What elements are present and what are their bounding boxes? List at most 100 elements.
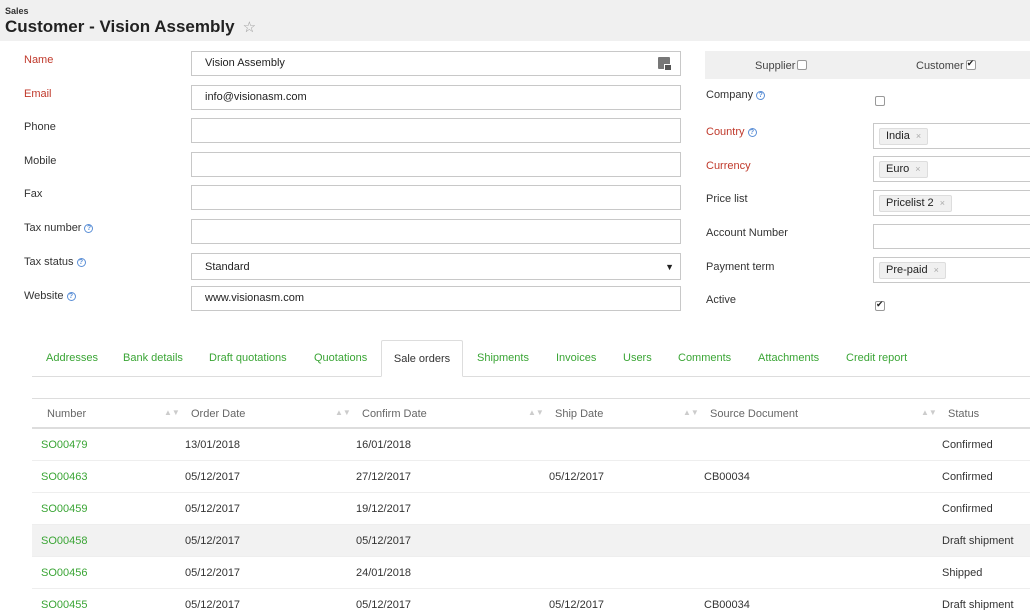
currency-label: Currency: [706, 160, 751, 172]
order-number-link[interactable]: SO00459: [41, 503, 87, 515]
tab-sale-orders[interactable]: Sale orders: [381, 340, 463, 377]
website-input[interactable]: www.visionasm.com: [191, 286, 681, 311]
country-value: India: [886, 130, 910, 142]
tax-status-label: Tax status?: [24, 256, 86, 268]
payment-term-select[interactable]: Pre-paid ×: [873, 257, 1030, 283]
column-header-source-document[interactable]: Source Document: [710, 408, 798, 420]
sort-icon[interactable]: ▲▼: [335, 408, 351, 417]
help-icon[interactable]: ?: [747, 128, 757, 137]
order-number-link[interactable]: SO00455: [41, 599, 87, 610]
account-number-label: Account Number: [706, 227, 788, 239]
ship-date: 05/12/2017: [549, 599, 605, 610]
price-list-select[interactable]: Pricelist 2 ×: [873, 190, 1030, 216]
payment-term-label: Payment term: [706, 261, 775, 273]
confirm-date: 05/12/2017: [356, 535, 412, 547]
order-number-link[interactable]: SO00479: [41, 439, 87, 451]
tab-credit-report[interactable]: Credit report: [846, 340, 907, 377]
column-header-number[interactable]: Number: [47, 408, 86, 420]
sort-icon[interactable]: ▲▼: [683, 408, 699, 417]
email-value: info@visionasm.com: [205, 91, 307, 103]
order-number-link[interactable]: SO00456: [41, 567, 87, 579]
name-value: Vision Assembly: [205, 57, 285, 69]
company-checkbox[interactable]: [875, 96, 885, 106]
sort-icon[interactable]: ▲▼: [528, 408, 544, 417]
tax-status-label-text: Tax status: [24, 256, 74, 268]
customer-checkbox[interactable]: [965, 58, 976, 70]
website-value: www.visionasm.com: [205, 292, 305, 304]
tax-status-select[interactable]: Standard ▼: [191, 253, 681, 280]
price-list-tag: Pricelist 2 ×: [879, 195, 952, 212]
phone-input[interactable]: [191, 118, 681, 143]
country-select[interactable]: India ×: [873, 123, 1030, 149]
order-date: 05/12/2017: [185, 471, 241, 483]
currency-tag: Euro ×: [879, 161, 928, 178]
tab-users[interactable]: Users: [623, 340, 652, 377]
website-label-text: Website: [24, 290, 64, 302]
ship-date: 05/12/2017: [549, 471, 605, 483]
customer-label: Customer: [916, 60, 964, 72]
status: Draft shipment: [942, 535, 1014, 547]
remove-icon[interactable]: ×: [915, 164, 920, 174]
tab-quotations[interactable]: Quotations: [314, 340, 367, 377]
remove-icon[interactable]: ×: [940, 198, 945, 208]
help-icon[interactable]: ?: [76, 258, 86, 267]
table-row[interactable]: SO00479 13/01/2018 16/01/2018 Confirmed: [32, 429, 1030, 461]
breadcrumb[interactable]: Sales: [5, 6, 29, 16]
column-header-ship-date[interactable]: Ship Date: [555, 408, 603, 420]
sort-icon[interactable]: ▲▼: [921, 408, 937, 417]
supplier-toggle[interactable]: Supplier: [755, 60, 808, 72]
remove-icon[interactable]: ×: [934, 265, 939, 275]
sort-icon[interactable]: ▲▼: [164, 408, 180, 417]
tab-comments[interactable]: Comments: [678, 340, 731, 377]
tab-bank-details[interactable]: Bank details: [123, 340, 183, 377]
company-label-text: Company: [706, 89, 754, 101]
translate-icon[interactable]: [658, 57, 672, 71]
supplier-checkbox[interactable]: [797, 60, 808, 70]
active-checkbox[interactable]: [875, 299, 885, 311]
account-number-input[interactable]: [873, 224, 1030, 249]
status: Draft shipment: [942, 599, 1014, 610]
source-document: CB00034: [704, 471, 750, 483]
order-number-link[interactable]: SO00463: [41, 471, 87, 483]
order-date: 05/12/2017: [185, 599, 241, 610]
help-icon[interactable]: ?: [66, 292, 76, 301]
help-icon[interactable]: ?: [756, 91, 766, 100]
column-header-order-date[interactable]: Order Date: [191, 408, 245, 420]
column-header-status[interactable]: Status: [948, 408, 979, 420]
table-row[interactable]: SO00456 05/12/2017 24/01/2018 Shipped: [32, 557, 1030, 589]
order-number-link[interactable]: SO00458: [41, 535, 87, 547]
status: Confirmed: [942, 471, 993, 483]
tab-attachments[interactable]: Attachments: [758, 340, 819, 377]
tab-shipments[interactable]: Shipments: [477, 340, 529, 377]
grid-header: Number ▲▼ Order Date ▲▼ Confirm Date ▲▼ …: [32, 398, 1030, 429]
confirm-date: 05/12/2017: [356, 599, 412, 610]
page-title: Customer - Vision Assembly ☆: [5, 17, 256, 37]
name-input[interactable]: Vision Assembly: [191, 51, 681, 76]
customer-toggle[interactable]: Customer: [916, 58, 976, 72]
price-list-value: Pricelist 2: [886, 197, 934, 209]
order-date: 05/12/2017: [185, 535, 241, 547]
currency-select[interactable]: Euro ×: [873, 156, 1030, 182]
tax-number-input[interactable]: [191, 219, 681, 244]
email-label: Email: [24, 88, 52, 100]
email-input[interactable]: info@visionasm.com: [191, 85, 681, 110]
favorite-star-icon[interactable]: ☆: [243, 19, 256, 36]
table-row[interactable]: SO00458 05/12/2017 05/12/2017 Draft ship…: [32, 525, 1030, 557]
mobile-input[interactable]: [191, 152, 681, 177]
tab-draft-quotations[interactable]: Draft quotations: [209, 340, 287, 377]
fax-input[interactable]: [191, 185, 681, 210]
help-icon[interactable]: ?: [84, 224, 94, 233]
remove-icon[interactable]: ×: [916, 131, 921, 141]
table-row[interactable]: SO00463 05/12/2017 27/12/2017 05/12/2017…: [32, 461, 1030, 493]
page-header: Sales Customer - Vision Assembly ☆: [0, 0, 1030, 41]
tab-invoices[interactable]: Invoices: [556, 340, 596, 377]
tax-number-label: Tax number?: [24, 222, 94, 234]
table-row[interactable]: SO00459 05/12/2017 19/12/2017 Confirmed: [32, 493, 1030, 525]
table-row[interactable]: SO00455 05/12/2017 05/12/2017 05/12/2017…: [32, 589, 1030, 610]
tax-status-value: Standard: [205, 261, 250, 273]
sale-orders-grid: Number ▲▼ Order Date ▲▼ Confirm Date ▲▼ …: [32, 398, 1030, 610]
tab-addresses[interactable]: Addresses: [46, 340, 98, 377]
payment-term-tag: Pre-paid ×: [879, 262, 946, 279]
confirm-date: 24/01/2018: [356, 567, 412, 579]
column-header-confirm-date[interactable]: Confirm Date: [362, 408, 427, 420]
